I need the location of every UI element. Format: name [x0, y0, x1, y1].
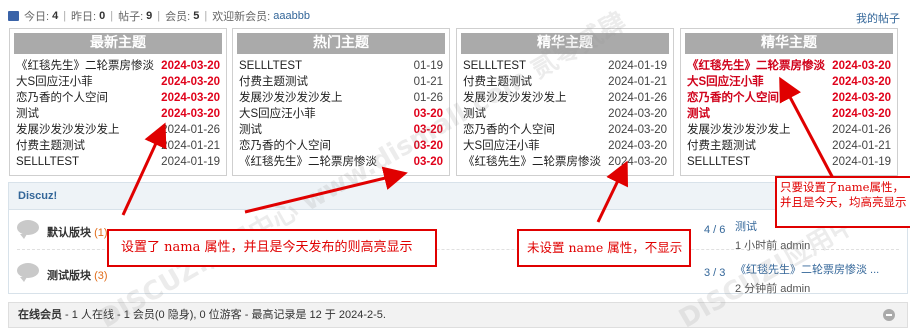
- thread-title-link[interactable]: 测试: [687, 106, 710, 122]
- thread-item[interactable]: SELLLTEST 2024-01-19: [687, 154, 891, 170]
- thread-panel: 精华主题《红毯先生》二轮票房惨淡 2024-03-20 大S回应汪小菲 2024-03…: [680, 28, 898, 176]
- thread-item[interactable]: 恋乃香的个人空间 2024-03-20: [16, 90, 220, 106]
- thread-title-link[interactable]: 《红毯先生》二轮票房惨淡: [463, 154, 601, 170]
- forum-bubble-icon: [17, 220, 39, 239]
- forum-name-link[interactable]: 默认版块 (1): [47, 224, 108, 240]
- stats-today-label: 今日:: [24, 11, 50, 23]
- stats-chart-icon: [8, 11, 19, 21]
- thread-title-link[interactable]: 大S回应汪小菲: [463, 138, 540, 154]
- stats-yesterday-value: 0: [99, 10, 106, 22]
- thread-title-link[interactable]: 测试: [239, 122, 262, 138]
- thread-title-link[interactable]: 恋乃香的个人空间: [687, 90, 779, 106]
- thread-date: 2024-03-20: [161, 108, 220, 120]
- thread-title-link[interactable]: 付费主题测试: [16, 138, 85, 154]
- thread-item[interactable]: 付费主题测试 2024-01-21: [687, 138, 891, 154]
- stats-welcome-label: 欢迎新会员:: [212, 11, 271, 23]
- thread-date: 01-19: [413, 60, 443, 72]
- thread-title-link[interactable]: 付费主题测试: [687, 138, 756, 154]
- thread-list: 《红毯先生》二轮票房惨淡 2024-03-20 大S回应汪小菲 2024-03-20 恋…: [10, 58, 226, 170]
- stats-posts-value: 9: [146, 10, 153, 22]
- thread-panel: 最新主题《红毯先生》二轮票房惨淡 2024-03-20 大S回应汪小菲 2024-03…: [9, 28, 227, 176]
- forum-category-title[interactable]: Discuz!: [9, 183, 907, 210]
- thread-title-link[interactable]: 发展沙发沙发沙发上: [687, 122, 791, 138]
- thread-date: 2024-03-20: [608, 124, 667, 136]
- forum-stats: 今日: 4 | 昨日: 0 | 帖子: 9 | 会员: 5 | 欢迎新会员: a…: [8, 8, 310, 24]
- thread-date: 2024-03-20: [161, 76, 220, 88]
- thread-date: 2024-01-26: [161, 124, 220, 136]
- thread-date: 2024-03-20: [161, 60, 220, 72]
- thread-date: 2024-03-20: [832, 108, 891, 120]
- thread-title-link[interactable]: 发展沙发沙发沙发上: [16, 122, 120, 138]
- thread-date: 2024-01-21: [832, 140, 891, 152]
- last-post-link[interactable]: 测试: [735, 221, 757, 233]
- thread-title-link[interactable]: 大S回应汪小菲: [687, 74, 764, 90]
- thread-title-link[interactable]: 付费主题测试: [239, 74, 308, 90]
- thread-list: 《红毯先生》二轮票房惨淡 2024-03-20 大S回应汪小菲 2024-03-20 恋…: [681, 58, 897, 170]
- thread-item[interactable]: 测试 2024-03-20: [687, 106, 891, 122]
- thread-date: 2024-01-21: [161, 140, 220, 152]
- thread-date: 2024-03-20: [608, 156, 667, 168]
- forum-bubble-icon: [17, 263, 39, 282]
- thread-date: 2024-01-19: [161, 156, 220, 168]
- stats-yesterday-label: 昨日:: [71, 11, 97, 23]
- thread-title-link[interactable]: 发展沙发沙发沙发上: [239, 90, 343, 106]
- thread-title-link[interactable]: SELLLTEST: [239, 58, 302, 74]
- panel-title: 最新主题: [14, 33, 222, 54]
- thread-title-link[interactable]: 《红毯先生》二轮票房惨淡: [687, 58, 825, 74]
- stats-members-label: 会员:: [165, 11, 191, 23]
- annotation-right: 只要设置了name属性，并且是今天，均高亮显示: [775, 176, 910, 228]
- thread-date: 2024-03-20: [832, 92, 891, 104]
- welcome-user-link[interactable]: aaabbb: [273, 10, 310, 22]
- collapse-icon[interactable]: [883, 309, 895, 321]
- thread-date: 2024-03-20: [608, 140, 667, 152]
- thread-item[interactable]: 恋乃香的个人空间 2024-03-20: [463, 122, 667, 138]
- thread-title-link[interactable]: 《红毯先生》二轮票房惨淡: [16, 58, 154, 74]
- my-threads-link[interactable]: 我的帖子: [856, 10, 900, 26]
- thread-date: 2024-03-20: [608, 108, 667, 120]
- thread-title-link[interactable]: 测试: [16, 106, 39, 122]
- stats-posts-label: 帖子:: [118, 11, 144, 23]
- thread-title-link[interactable]: 大S回应汪小菲: [239, 106, 316, 122]
- annotation-left: 设置了 nama 属性，并且是今天发布的则高亮显示: [107, 229, 437, 267]
- thread-title-link[interactable]: SELLLTEST: [687, 154, 750, 170]
- thread-item[interactable]: 发展沙发沙发沙发上 2024-01-26: [687, 122, 891, 138]
- thread-title-link[interactable]: 恋乃香的个人空间: [239, 138, 331, 154]
- thread-item[interactable]: SELLLTEST 01-19: [239, 58, 443, 74]
- thread-item[interactable]: 《红毯先生》二轮票房惨淡 2024-03-20: [16, 58, 220, 74]
- thread-item[interactable]: 测试 2024-03-20: [16, 106, 220, 122]
- thread-item[interactable]: 《红毯先生》二轮票房惨淡 2024-03-20: [463, 154, 667, 170]
- thread-date: 2024-01-21: [608, 76, 667, 88]
- thread-date: 2024-01-26: [608, 92, 667, 104]
- thread-date: 2024-01-26: [832, 124, 891, 136]
- thread-date: 01-21: [413, 76, 443, 88]
- thread-title-link[interactable]: 恋乃香的个人空间: [463, 122, 555, 138]
- thread-date: 2024-01-19: [608, 60, 667, 72]
- panel-title: 热门主题: [237, 33, 445, 54]
- stats-today-value: 4: [52, 10, 59, 22]
- online-members-label[interactable]: 在线会员: [18, 309, 62, 321]
- thread-item[interactable]: 大S回应汪小菲 2024-03-20: [687, 74, 891, 90]
- thread-item[interactable]: 付费主题测试 01-21: [239, 74, 443, 90]
- annotation-middle: 未设置 name 属性，不显示: [517, 229, 691, 267]
- thread-item[interactable]: 恋乃香的个人空间 2024-03-20: [687, 90, 891, 106]
- thread-item[interactable]: SELLLTEST 2024-01-19: [16, 154, 220, 170]
- thread-item[interactable]: 发展沙发沙发沙发上 01-26: [239, 90, 443, 106]
- thread-item[interactable]: 大S回应汪小菲 2024-03-20: [16, 74, 220, 90]
- thread-date: 2024-01-19: [832, 156, 891, 168]
- thread-item[interactable]: 付费主题测试 2024-01-21: [16, 138, 220, 154]
- thread-date: 2024-03-20: [832, 60, 891, 72]
- panel-title: 精华主题: [685, 33, 893, 54]
- stats-members-value: 5: [193, 10, 200, 22]
- forum-name-link[interactable]: 测试版块 (3): [47, 267, 108, 283]
- thread-date: 2024-03-20: [161, 92, 220, 104]
- forum-thread-stats: 4 / 6: [704, 224, 726, 236]
- thread-item[interactable]: 《红毯先生》二轮票房惨淡 2024-03-20: [687, 58, 891, 74]
- thread-title-link[interactable]: SELLLTEST: [16, 154, 79, 170]
- thread-item[interactable]: 大S回应汪小菲 2024-03-20: [463, 138, 667, 154]
- thread-date: 2024-03-20: [832, 76, 891, 88]
- thread-title-link[interactable]: 大S回应汪小菲: [16, 74, 93, 90]
- thread-title-link[interactable]: 恋乃香的个人空间: [16, 90, 108, 106]
- thread-item[interactable]: 发展沙发沙发沙发上 2024-01-26: [16, 122, 220, 138]
